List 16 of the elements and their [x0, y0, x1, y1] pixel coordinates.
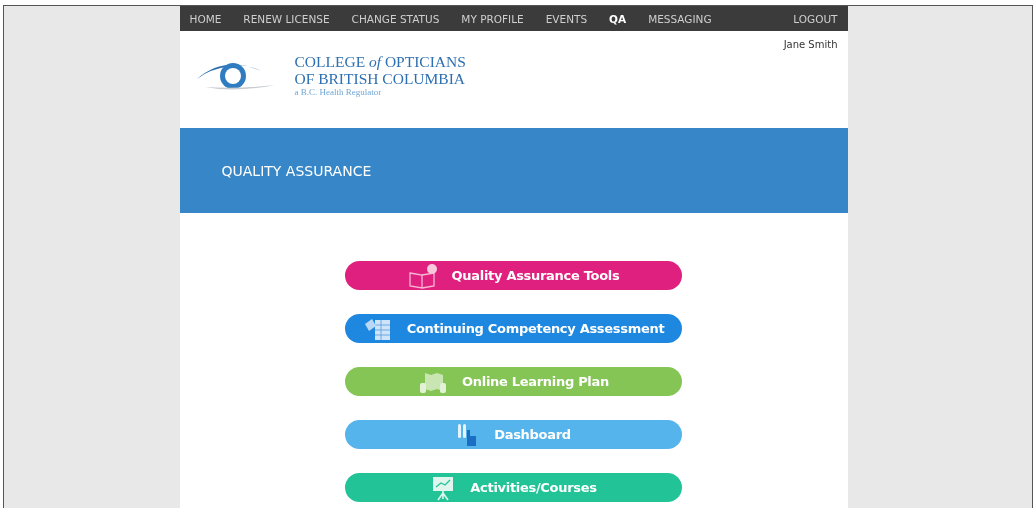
- logo-text: OF BRITISH COLUMBIA: [294, 70, 466, 87]
- nav-link[interactable]: CHANGE STATUS: [351, 12, 440, 25]
- nav-link[interactable]: MY PROFILE: [461, 12, 524, 25]
- nav-link[interactable]: HOME: [189, 12, 222, 25]
- menu-button[interactable]: Continuing Competency Assessment: [345, 314, 682, 343]
- logo-text: COLLEGE of OPTICIANS: [294, 53, 466, 70]
- nav-link[interactable]: MESSAGING: [648, 12, 712, 25]
- tagline: a B.C. Health Regulator: [294, 87, 383, 97]
- user-name: Jane Smith: [783, 39, 838, 50]
- page-title: QUALITY ASSURANCE: [221, 162, 372, 179]
- book-icon: [407, 262, 438, 289]
- menu-button[interactable]: Quality Assurance Tools: [345, 261, 682, 290]
- logout-link[interactable]: LOGOUT: [793, 12, 838, 25]
- nav-link[interactable]: RENEW LICENSE: [243, 12, 330, 25]
- nav-link[interactable]: QA: [609, 12, 627, 25]
- nav-link[interactable]: EVENTS: [545, 12, 588, 25]
